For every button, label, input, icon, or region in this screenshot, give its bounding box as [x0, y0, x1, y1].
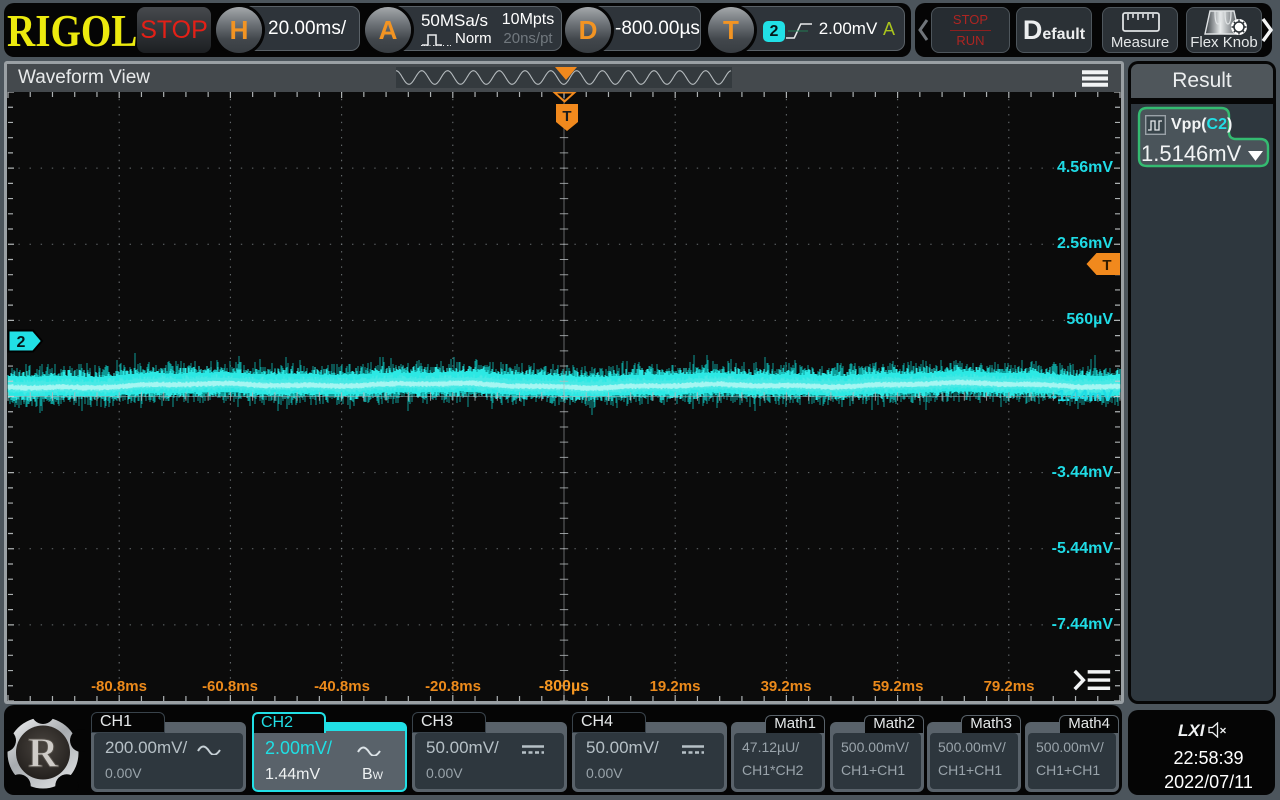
svg-text:T: T — [562, 108, 571, 125]
svg-text:R: R — [28, 731, 59, 777]
svg-text:2: 2 — [17, 334, 26, 351]
svg-text:T: T — [1102, 257, 1111, 274]
